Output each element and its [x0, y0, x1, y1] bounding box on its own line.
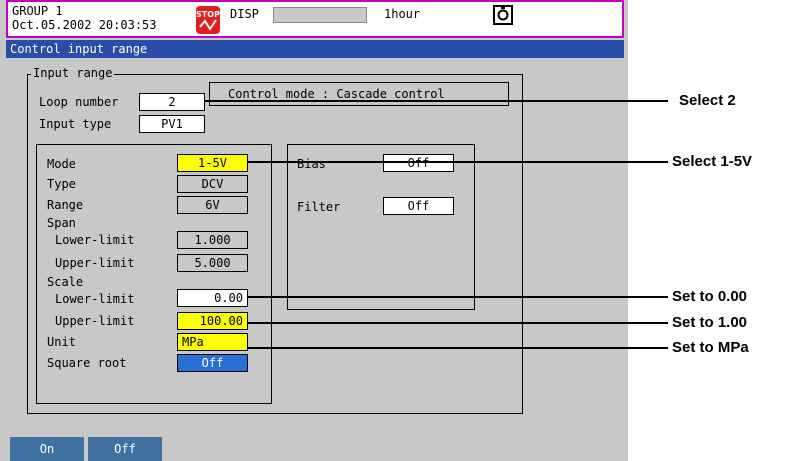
softkey-off[interactable]: Off: [88, 437, 162, 461]
span-upper-field[interactable]: 5.000: [177, 254, 248, 272]
unit-label: Unit: [47, 335, 76, 349]
scale-upper-field[interactable]: 100.00: [177, 312, 248, 330]
control-mode-box: Control mode : Cascade control: [209, 82, 509, 106]
input-type-field[interactable]: PV1: [139, 115, 205, 133]
range-label: Range: [47, 198, 84, 212]
mode-field[interactable]: 1-5V: [177, 154, 248, 172]
callout-line-1: [204, 100, 668, 102]
bias-field[interactable]: Off: [383, 154, 454, 172]
filter-field[interactable]: Off: [383, 197, 454, 215]
span-lower-label: Lower-limit: [55, 233, 135, 247]
disp-label: DISP: [230, 7, 259, 21]
type-field[interactable]: DCV: [177, 175, 248, 193]
square-root-label: Square root: [47, 356, 127, 370]
unit-field[interactable]: MPa: [177, 333, 248, 351]
input-range-legend: Input range: [31, 66, 115, 80]
datetime: Oct.05.2002 20:03:53: [12, 18, 157, 32]
callout-line-5: [248, 347, 668, 349]
loop-number-field[interactable]: 2: [139, 93, 205, 111]
range-field[interactable]: 6V: [177, 196, 248, 214]
stop-icon: STOP: [196, 6, 220, 34]
display-bar: [273, 7, 367, 23]
type-label: Type: [47, 177, 76, 191]
page-title: Control input range: [6, 40, 624, 58]
span-label: Span: [47, 216, 76, 230]
disk-icon: [493, 5, 513, 25]
group-info: GROUP 1 Oct.05.2002 20:03:53: [12, 4, 157, 32]
annotation-select-2: Select 2: [679, 92, 736, 109]
callout-line-4: [248, 322, 668, 324]
annotation-set-mpa: Set to MPa: [672, 339, 749, 356]
square-root-field[interactable]: Off: [177, 354, 248, 372]
annotation-set-0: Set to 0.00: [672, 288, 748, 305]
filter-label: Filter: [297, 200, 341, 214]
annotation-set-1: Set to 1.00: [672, 314, 748, 331]
loop-number-label: Loop number: [39, 95, 119, 109]
callout-line-3: [248, 296, 668, 298]
scale-label: Scale: [47, 275, 84, 289]
status-bar: GROUP 1 Oct.05.2002 20:03:53 STOP DISP 1…: [6, 0, 624, 38]
mode-label: Mode: [47, 157, 76, 171]
interval-label: 1hour: [384, 7, 421, 21]
annotation-select-1-5v: Select 1-5V: [672, 153, 753, 170]
span-lower-field[interactable]: 1.000: [177, 231, 248, 249]
softkey-on[interactable]: On: [10, 437, 84, 461]
callout-line-2: [248, 161, 668, 163]
scale-lower-label: Lower-limit: [55, 292, 135, 306]
bias-label: Bias: [297, 157, 326, 171]
input-type-label: Input type: [39, 117, 112, 131]
span-upper-label: Upper-limit: [55, 256, 135, 270]
group-name: GROUP 1: [12, 4, 63, 18]
scale-lower-field[interactable]: 0.00: [177, 289, 248, 307]
recorder-screen: GROUP 1 Oct.05.2002 20:03:53 STOP DISP 1…: [0, 0, 628, 461]
svg-text:STOP: STOP: [196, 10, 220, 19]
scale-upper-label: Upper-limit: [55, 314, 135, 328]
